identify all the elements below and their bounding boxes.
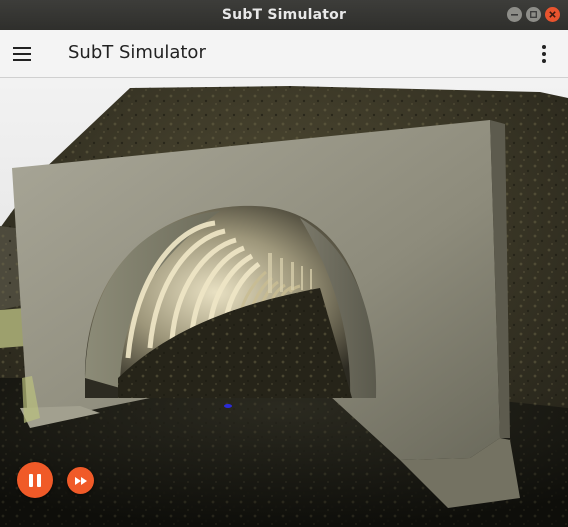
app-title: SubT Simulator <box>68 42 206 63</box>
minimize-icon[interactable] <box>507 7 522 22</box>
close-icon[interactable] <box>545 7 560 22</box>
app-bar: SubT Simulator <box>0 30 568 78</box>
pause-button[interactable] <box>17 462 53 498</box>
more-vert-icon[interactable] <box>534 43 554 65</box>
pause-icon <box>29 473 33 487</box>
window-controls <box>507 7 560 22</box>
window-title: SubT Simulator <box>221 7 347 23</box>
maximize-icon[interactable] <box>526 7 541 22</box>
fast-forward-icon <box>74 476 87 485</box>
hamburger-menu-icon[interactable] <box>13 43 35 65</box>
window-titlebar[interactable]: SubT Simulator <box>0 0 568 30</box>
3d-viewport[interactable] <box>0 78 568 527</box>
fast-forward-button[interactable] <box>67 467 94 494</box>
app-window: SubT Simulator SubT Simulator <box>0 0 568 527</box>
